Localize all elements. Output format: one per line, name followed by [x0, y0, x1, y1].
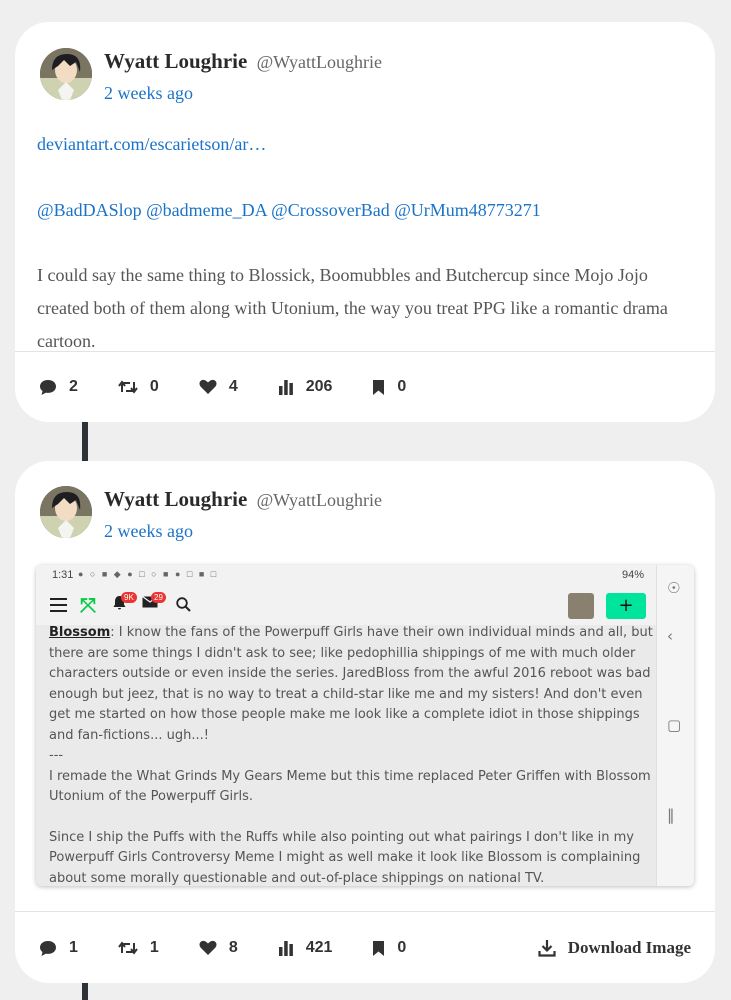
mini-avatar — [568, 593, 594, 619]
screenshot-text: Blossom: I know the fans of the Powerpuf… — [49, 623, 654, 886]
accessibility-icon: ☉ — [667, 579, 681, 597]
avatar[interactable] — [40, 48, 92, 100]
post-mentions[interactable]: @BadDASlop @badmeme_DA @CrossoverBad @Ur… — [37, 200, 541, 221]
repost-icon — [118, 380, 138, 394]
like-button[interactable]: 4 — [199, 378, 238, 396]
screenshot-separator: --- — [49, 748, 64, 763]
author-name[interactable]: Wyatt Loughrie — [104, 487, 247, 511]
download-image-button[interactable]: Download Image — [538, 938, 691, 958]
back-icon: ‹ — [667, 627, 673, 645]
phone-clock: 1:31 — [52, 569, 74, 581]
views-count: 206 — [305, 378, 333, 395]
phone-side-bar: ☉ ‹ ▢ ‖ — [656, 565, 694, 886]
deviantart-logo-icon: ⤧ — [80, 593, 96, 617]
recents-icon: ‖ — [667, 806, 675, 824]
divider — [15, 351, 715, 352]
repost-button[interactable]: 0 — [118, 378, 159, 396]
post-time[interactable]: 2 weeks ago — [104, 83, 193, 104]
plus-icon: + — [606, 593, 646, 619]
repost-count: 0 — [149, 378, 159, 395]
author-name[interactable]: Wyatt Loughrie — [104, 49, 247, 73]
screenshot-speaker: Blossom — [49, 625, 111, 640]
deviantart-app-bar: ⤧ 9K 29 + — [36, 585, 656, 625]
like-count: 8 — [228, 939, 238, 956]
bookmark-count: 0 — [397, 378, 407, 395]
post-link[interactable]: deviantart.com/escarietson/ar… — [37, 134, 266, 155]
views-stat: 421 — [278, 939, 333, 957]
like-count: 4 — [228, 378, 238, 395]
phone-battery: 94% — [621, 569, 644, 581]
views-count: 421 — [305, 939, 333, 956]
post-card[interactable]: Wyatt Loughrie @WyattLoughrie 2 weeks ag… — [15, 22, 715, 422]
comment-count: 1 — [69, 939, 78, 956]
download-icon — [538, 940, 556, 957]
post-card[interactable]: Wyatt Loughrie @WyattLoughrie 2 weeks ag… — [15, 461, 715, 983]
repost-button[interactable]: 1 — [118, 939, 159, 957]
download-label: Download Image — [567, 938, 691, 957]
screenshot-spacer — [49, 808, 654, 828]
divider — [15, 911, 715, 912]
comment-count: 2 — [69, 378, 78, 395]
post-body: I could say the same thing to Blossick, … — [37, 265, 668, 351]
bar-chart-icon — [278, 380, 293, 395]
repost-count: 1 — [149, 939, 159, 956]
comment-icon — [40, 379, 56, 395]
thread-line — [82, 420, 88, 462]
comment-icon — [40, 940, 56, 956]
search-icon — [176, 597, 191, 617]
thread-line — [82, 982, 88, 1000]
comment-button[interactable]: 2 — [39, 378, 78, 396]
author-handle[interactable]: @WyattLoughrie — [257, 490, 382, 510]
bar-chart-icon — [278, 941, 293, 956]
mail-badge: 29 — [151, 592, 166, 603]
author-line: Wyatt Loughrie @WyattLoughrie — [104, 49, 382, 74]
bookmark-icon — [373, 379, 385, 395]
post-image[interactable]: 1:31 ● ○ ■ ◆ ● □ ○ ■ ● □ ■ □ 94% ⤧ 9K 29… — [36, 565, 694, 886]
author-line: Wyatt Loughrie @WyattLoughrie — [104, 487, 382, 512]
notification-badge: 9K — [121, 592, 137, 603]
phone-status-bar: 1:31 ● ○ ■ ◆ ● □ ○ ■ ● □ ■ □ 94% — [36, 565, 656, 585]
avatar[interactable] — [40, 486, 92, 538]
notification-icons: ● ○ ■ ◆ ● □ ○ ■ ● □ ■ □ — [78, 569, 219, 579]
bookmark-icon — [373, 940, 385, 956]
bookmark-button[interactable]: 0 — [372, 378, 406, 396]
views-stat: 206 — [278, 378, 333, 396]
bookmark-button[interactable]: 0 — [372, 939, 406, 957]
mail-icon: 29 — [142, 592, 166, 613]
menu-icon — [50, 598, 67, 612]
post-actions: 2 0 4 206 0 — [39, 369, 691, 405]
screenshot-paragraph: I remade the What Grinds My Gears Meme b… — [49, 768, 651, 805]
bookmark-count: 0 — [397, 939, 407, 956]
bell-icon: 9K — [112, 592, 137, 615]
post-time[interactable]: 2 weeks ago — [104, 521, 193, 542]
home-icon: ▢ — [667, 716, 682, 734]
author-handle[interactable]: @WyattLoughrie — [257, 52, 382, 72]
like-button[interactable]: 8 — [199, 939, 238, 957]
comment-button[interactable]: 1 — [39, 939, 78, 957]
repost-icon — [118, 941, 138, 955]
screenshot-paragraph: Since I ship the Puffs with the Ruffs wh… — [49, 829, 641, 886]
heart-icon — [199, 379, 217, 394]
heart-icon — [199, 940, 217, 955]
post-actions: 1 1 8 421 0 Download Image — [39, 930, 691, 966]
screenshot-paragraph: Blossom: I know the fans of the Powerpuf… — [49, 623, 654, 746]
screenshot-paragraph-text: : I know the fans of the Powerpuff Girls… — [49, 625, 653, 743]
